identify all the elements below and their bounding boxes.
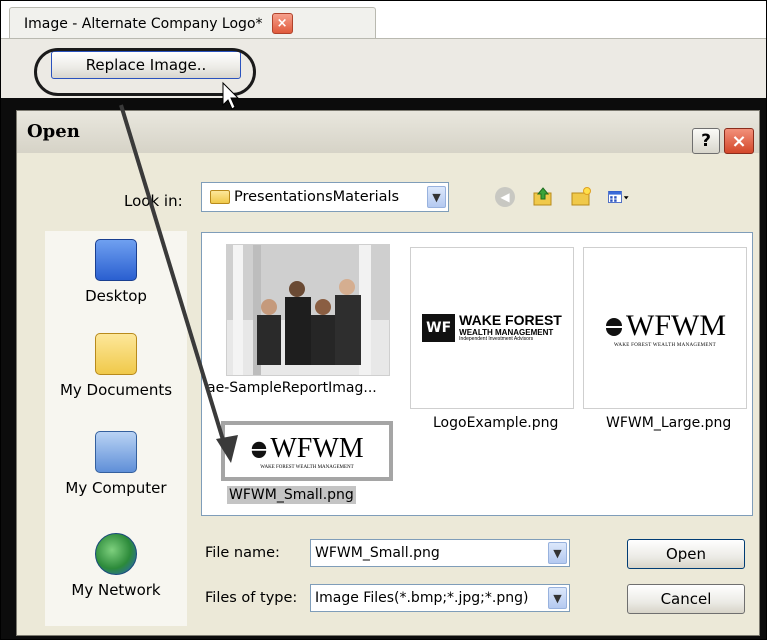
- place-label: My Computer: [65, 479, 167, 497]
- files-of-type-value: Image Files(*.bmp;*.jpg;*.png): [315, 590, 529, 606]
- dialog-close-button[interactable]: ×: [724, 128, 754, 154]
- file-thumbnail-logo-example[interactable]: WF WAKE FOREST WEALTH MANAGEMENT Indepen…: [410, 247, 574, 409]
- place-desktop[interactable]: Desktop: [45, 239, 187, 305]
- logo-wfwm-large: WFWM: [604, 309, 726, 343]
- file-name-label[interactable]: WFWM_Large.png: [606, 415, 731, 431]
- cancel-button[interactable]: Cancel: [627, 584, 745, 614]
- tab-title: Image - Alternate Company Logo*: [24, 15, 263, 32]
- desktop-icon: [95, 239, 137, 281]
- place-my-documents[interactable]: My Documents: [45, 333, 187, 399]
- file-thumbnail-photo[interactable]: [226, 244, 390, 376]
- file-list: ae-SampleReportImag... WF WAKE FOREST WE…: [201, 232, 753, 516]
- logo-text: WFWM: [270, 432, 364, 464]
- dialog-title: Open: [27, 121, 80, 142]
- place-my-network[interactable]: My Network: [45, 533, 187, 599]
- my-computer-icon: [95, 431, 137, 473]
- logo-mark: WF: [422, 314, 456, 342]
- my-documents-icon: [95, 333, 137, 375]
- file-name-value: WFWM_Small.png: [315, 545, 440, 561]
- place-my-computer[interactable]: My Computer: [45, 431, 187, 497]
- logo-subtext: WAKE FOREST WEALTH MANAGEMENT: [260, 464, 354, 470]
- logo-wfwm-small: WFWM: [250, 432, 364, 465]
- file-thumbnail-wfwm-small-selected[interactable]: WFWM WAKE FOREST WEALTH MANAGEMENT: [221, 421, 393, 481]
- new-folder-icon[interactable]: [569, 185, 593, 209]
- logo-example: WF WAKE FOREST WEALTH MANAGEMENT Indepen…: [422, 312, 562, 343]
- open-button[interactable]: Open: [627, 539, 745, 569]
- place-label: My Documents: [59, 381, 173, 399]
- logo-line: Independent Investment Advisors: [459, 336, 534, 343]
- tab-alternate-company-logo[interactable]: Image - Alternate Company Logo* ×: [9, 7, 376, 39]
- files-of-type-dropdown[interactable]: Image Files(*.bmp;*.jpg;*.png) ▼: [310, 584, 570, 612]
- file-thumbnail-wfwm-large[interactable]: WFWM WAKE FOREST WEALTH MANAGEMENT: [583, 247, 747, 409]
- up-folder-icon[interactable]: [531, 185, 555, 209]
- views-menu-icon[interactable]: [607, 185, 631, 209]
- open-dialog: Open ? × Look in: PresentationsMaterials…: [16, 110, 760, 636]
- logo-text: WFWM: [626, 308, 726, 342]
- dialog-toolbar: ◀: [493, 185, 631, 209]
- chevron-down-icon[interactable]: ▼: [548, 542, 567, 564]
- folder-icon: [210, 190, 230, 204]
- chevron-down-icon[interactable]: ▼: [427, 186, 446, 208]
- file-name-label[interactable]: LogoExample.png: [433, 415, 558, 431]
- files-of-type-label: Files of type:: [205, 590, 298, 606]
- window: Image - Alternate Company Logo* × Replac…: [0, 0, 767, 640]
- back-icon[interactable]: ◀: [493, 185, 517, 209]
- logo-subtext: WAKE FOREST WEALTH MANAGEMENT: [613, 342, 717, 348]
- wfwm-mark-icon: [606, 317, 622, 336]
- look-in-value: PresentationsMaterials: [234, 189, 400, 205]
- dialog-titlebar[interactable]: Open: [17, 111, 759, 153]
- file-name-input[interactable]: WFWM_Small.png ▼: [310, 539, 570, 567]
- logo-line: WAKE FOREST: [459, 312, 562, 329]
- wfwm-mark-icon: [252, 441, 267, 458]
- file-name-label[interactable]: ae-SampleReportImag...: [207, 380, 377, 396]
- close-icon[interactable]: ×: [271, 13, 293, 34]
- callout-ellipse: [34, 48, 256, 96]
- help-button[interactable]: ?: [692, 128, 720, 154]
- chevron-down-icon[interactable]: ▼: [548, 587, 567, 609]
- places-bar: Desktop My Documents My Computer My Netw…: [45, 231, 187, 626]
- place-label: My Network: [71, 581, 161, 599]
- look-in-dropdown[interactable]: PresentationsMaterials ▼: [201, 182, 449, 212]
- place-label: Desktop: [85, 287, 147, 305]
- file-name-label-selected[interactable]: WFWM_Small.png: [227, 486, 356, 504]
- tab-strip: Image - Alternate Company Logo* ×: [1, 1, 766, 39]
- file-name-label: File name:: [205, 545, 280, 561]
- my-network-icon: [95, 533, 137, 575]
- look-in-label: Look in:: [124, 192, 183, 210]
